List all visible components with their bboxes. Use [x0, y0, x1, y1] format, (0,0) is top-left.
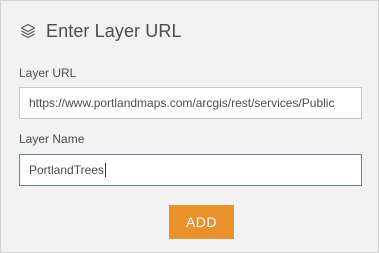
add-button[interactable]: ADD: [169, 205, 234, 239]
layer-url-value: https://www.portlandmaps.com/arcgis/rest…: [29, 96, 335, 110]
text-caret: [104, 162, 106, 177]
dialog-title: Enter Layer URL: [46, 20, 182, 41]
dialog-header: Enter Layer URL: [19, 19, 182, 43]
add-layer-panel: Enter Layer URL Layer URL https://www.po…: [0, 0, 379, 253]
layers-icon: [19, 22, 37, 40]
layer-url-input[interactable]: https://www.portlandmaps.com/arcgis/rest…: [19, 87, 362, 119]
layer-name-label: Layer Name: [19, 132, 85, 146]
layer-name-input[interactable]: PortlandTrees: [19, 154, 362, 186]
layer-url-label: Layer URL: [19, 66, 77, 80]
layer-name-value: PortlandTrees: [29, 163, 104, 177]
